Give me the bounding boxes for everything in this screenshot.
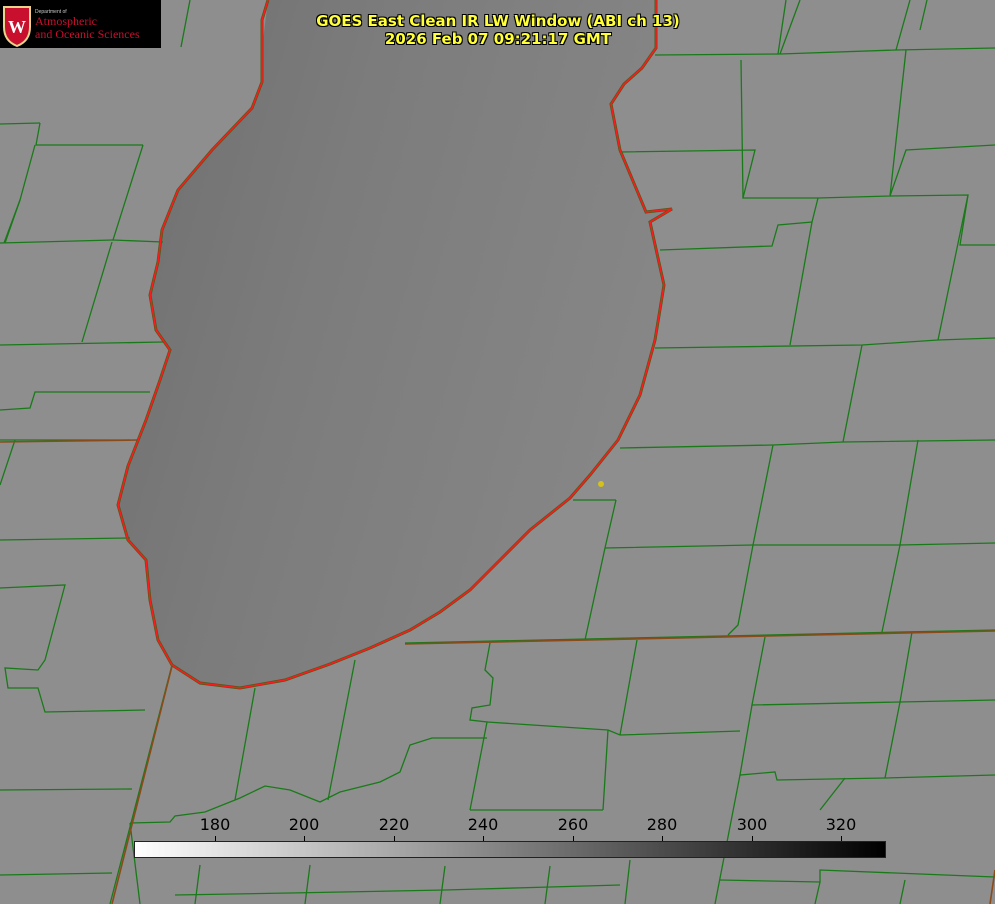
title-timestamp: 2026 Feb 07 09:21:17 GMT xyxy=(384,30,612,48)
svg-text:W: W xyxy=(8,17,26,37)
colorbar-tick-label: 220 xyxy=(378,815,410,834)
location-marker xyxy=(598,481,604,487)
colorbar-tick-label: 200 xyxy=(288,815,320,834)
title-product: GOES East Clean IR LW Window (ABI ch 13) xyxy=(316,12,680,30)
satellite-viewer: W Department of Atmospheric and Oceanic … xyxy=(0,0,995,904)
aos-logo: W Department of Atmospheric and Oceanic … xyxy=(0,0,161,48)
temperature-colorbar xyxy=(134,841,886,858)
colorbar-tick-label: 300 xyxy=(736,815,768,834)
colorbar-tick-label: 280 xyxy=(646,815,678,834)
colorbar-tick-label: 320 xyxy=(825,815,857,834)
uw-crest-icon: W xyxy=(3,6,31,47)
colorbar-tick-label: 180 xyxy=(199,815,231,834)
satellite-map xyxy=(0,0,995,904)
colorbar-tick-label: 240 xyxy=(467,815,499,834)
image-title: GOES East Clean IR LW Window (ABI ch 13)… xyxy=(302,12,694,48)
colorbar-tick-label: 260 xyxy=(557,815,589,834)
logo-line-2: and Oceanic Sciences xyxy=(35,27,140,41)
